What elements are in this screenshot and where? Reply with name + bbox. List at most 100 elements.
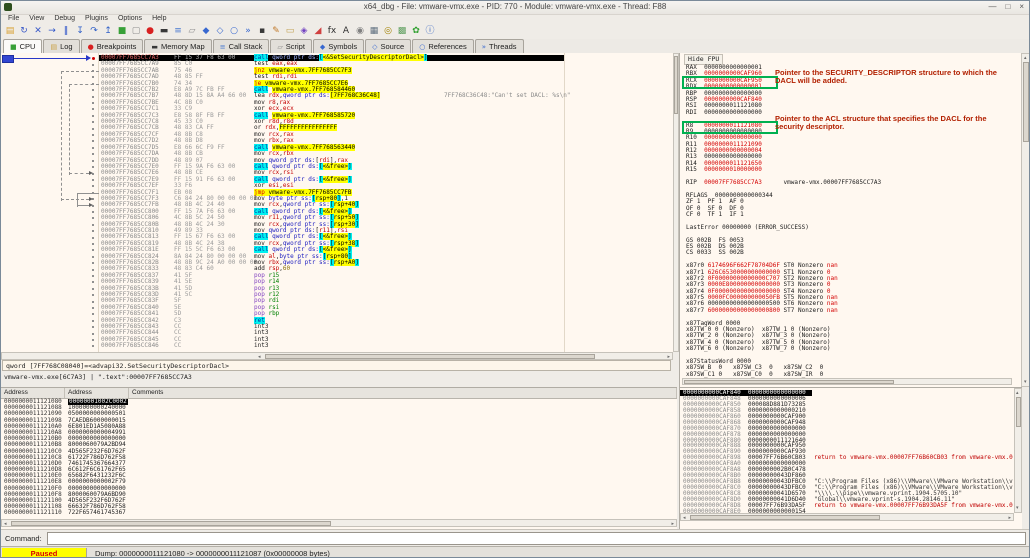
tab-label: Log <box>60 41 73 53</box>
row-bullet[interactable] <box>92 256 94 258</box>
breakpoint-dot[interactable] <box>92 57 95 60</box>
case-icon[interactable]: A <box>339 25 353 38</box>
row-bullet[interactable] <box>92 333 94 335</box>
source-icon[interactable]: ◇ <box>213 25 227 38</box>
menu-plugins[interactable]: Plugins <box>80 14 113 24</box>
tab-memory-map[interactable]: ▬Memory Map <box>144 39 211 53</box>
threads-icon[interactable]: » <box>241 25 255 38</box>
dump-row[interactable]: 0000000011121110722F657461745367 <box>1 510 677 516</box>
patches-icon[interactable]: ▪ <box>255 25 269 38</box>
step-over-icon[interactable]: ↷ <box>87 25 101 38</box>
tab-threads[interactable]: »Threads <box>475 39 524 53</box>
stack-hscrollbar[interactable]: ◂ ▸ <box>680 513 1014 521</box>
pause-icon[interactable]: ‖ <box>59 25 73 38</box>
row-bullet[interactable] <box>92 301 94 303</box>
row-bullet[interactable] <box>92 294 94 296</box>
tab-label: Threads <box>489 41 517 53</box>
tab-script[interactable]: ▱Script <box>270 39 312 53</box>
stack-pane[interactable]: 0000000000CAF840000000000000000000000000… <box>679 387 1022 529</box>
tab-cpu[interactable]: ■CPU <box>3 39 42 53</box>
calculator-icon[interactable]: ▦ <box>367 25 381 38</box>
menu-help[interactable]: Help <box>147 14 171 24</box>
run-icon[interactable]: → <box>45 25 59 38</box>
mascot-icon[interactable]: ✿ <box>409 25 423 38</box>
script-icon[interactable]: ▱ <box>185 25 199 38</box>
row-bullet[interactable] <box>92 217 94 219</box>
registers-hscrollbar[interactable] <box>682 378 1012 385</box>
snapshot-icon[interactable]: ▩ <box>395 25 409 38</box>
settings-icon[interactable]: ◎ <box>381 25 395 38</box>
tab-label: CPU <box>20 41 36 53</box>
menu-view[interactable]: View <box>24 14 49 24</box>
command-input[interactable] <box>47 532 1026 545</box>
tab-references[interactable]: ○References <box>412 39 473 53</box>
row-bullet[interactable] <box>92 307 94 309</box>
pencil-icon[interactable]: ✎ <box>269 25 283 38</box>
info-icon[interactable]: ⓘ <box>423 25 437 38</box>
maximize-button[interactable]: □ <box>1005 2 1010 11</box>
menu-options[interactable]: Options <box>113 14 147 24</box>
menu-file[interactable]: File <box>3 14 24 24</box>
references-tab-icon: ○ <box>419 41 425 53</box>
registers-pane[interactable]: Hide FPU RAX 0000000000000001RBX 0000000… <box>679 53 1022 387</box>
step-out-icon[interactable]: ↥ <box>101 25 115 38</box>
row-bullet[interactable] <box>92 269 94 271</box>
row-bullet[interactable] <box>92 211 94 213</box>
call-stack-tab-icon: ≡ <box>220 41 226 53</box>
row-bullet[interactable] <box>92 224 94 226</box>
dump-pane[interactable]: Address Address Comments 000000001112108… <box>1 387 677 529</box>
step-into-icon[interactable]: ↧ <box>73 25 87 38</box>
close-button[interactable]: × <box>1019 2 1024 11</box>
tab-source[interactable]: ◇Source <box>365 39 411 53</box>
row-bullet[interactable] <box>92 345 94 347</box>
memory-map-icon[interactable]: ▬ <box>157 25 171 38</box>
tab-label: Memory Map <box>161 41 205 53</box>
row-bullet[interactable] <box>92 262 94 264</box>
user-icon[interactable]: ◉ <box>353 25 367 38</box>
tab-breakpoints[interactable]: ●Breakpoints <box>81 39 144 53</box>
row-bullet[interactable] <box>92 313 94 315</box>
menu-debug[interactable]: Debug <box>49 14 80 24</box>
document-icon[interactable]: ▢ <box>129 25 143 38</box>
row-bullet[interactable] <box>92 230 94 232</box>
menu-bar: FileViewDebugPluginsOptionsHelp <box>1 14 171 24</box>
minimize-button[interactable]: — <box>988 2 996 11</box>
row-bullet[interactable] <box>92 249 94 251</box>
row-bullet[interactable] <box>92 281 94 283</box>
eraser-icon[interactable]: ◢ <box>311 25 325 38</box>
row-bullet[interactable] <box>92 243 94 245</box>
stack-vscrollbar[interactable]: ▴ ▾ <box>1014 388 1022 513</box>
disasm-row[interactable]: 00007FF7685CC846CCint3 <box>1 343 673 349</box>
row-bullet[interactable] <box>92 326 94 328</box>
breakpoint-icon[interactable]: ● <box>143 25 157 38</box>
tab-log[interactable]: ▤Log <box>43 39 79 53</box>
row-bullet[interactable] <box>92 320 94 322</box>
row-bullet[interactable] <box>92 275 94 277</box>
row-bullet[interactable] <box>92 288 94 290</box>
comments-icon[interactable]: ▭ <box>283 25 297 38</box>
symbols-tab-icon: ◆ <box>320 41 325 53</box>
disassembly-pane[interactable]: 00007FF7685CC7A3FF 15 37 F8 63 00call qw… <box>1 53 673 352</box>
x64dbg-window: x64_dbg - File: vmware-vmx.exe - PID: 77… <box>0 0 1030 558</box>
close-process-icon[interactable]: ✕ <box>31 25 45 38</box>
r8-highlight-box <box>682 121 778 134</box>
row-bullet[interactable] <box>92 237 94 239</box>
run-to-user-code-icon[interactable]: ■ <box>115 25 129 38</box>
tab-call-stack[interactable]: ≡Call Stack <box>213 39 270 53</box>
registers-vscrollbar[interactable]: ▴ ▾ <box>1021 53 1030 387</box>
jump-line <box>77 205 89 207</box>
references-icon[interactable]: ○ <box>227 25 241 38</box>
functions-icon[interactable]: fx <box>325 25 339 38</box>
register-line[interactable]: RIP 00007FF7685CC7A3 vmware-vmx.00007FF7… <box>686 180 881 186</box>
bookmarks-icon[interactable]: ◈ <box>297 25 311 38</box>
disasm-hscrollbar[interactable]: ◂ ▸ <box>1 352 673 360</box>
row-bullet[interactable] <box>92 64 94 66</box>
open-file-icon[interactable]: ▤ <box>3 25 17 38</box>
call-stack-icon[interactable]: ≡ <box>171 25 185 38</box>
restart-icon[interactable]: ↻ <box>17 25 31 38</box>
script-tab-icon: ▱ <box>277 41 282 53</box>
tab-symbols[interactable]: ◆Symbols <box>313 39 364 53</box>
row-bullet[interactable] <box>92 339 94 341</box>
symbols-icon[interactable]: ◆ <box>199 25 213 38</box>
dump-hscrollbar[interactable]: ◂ ▸ <box>1 519 677 527</box>
